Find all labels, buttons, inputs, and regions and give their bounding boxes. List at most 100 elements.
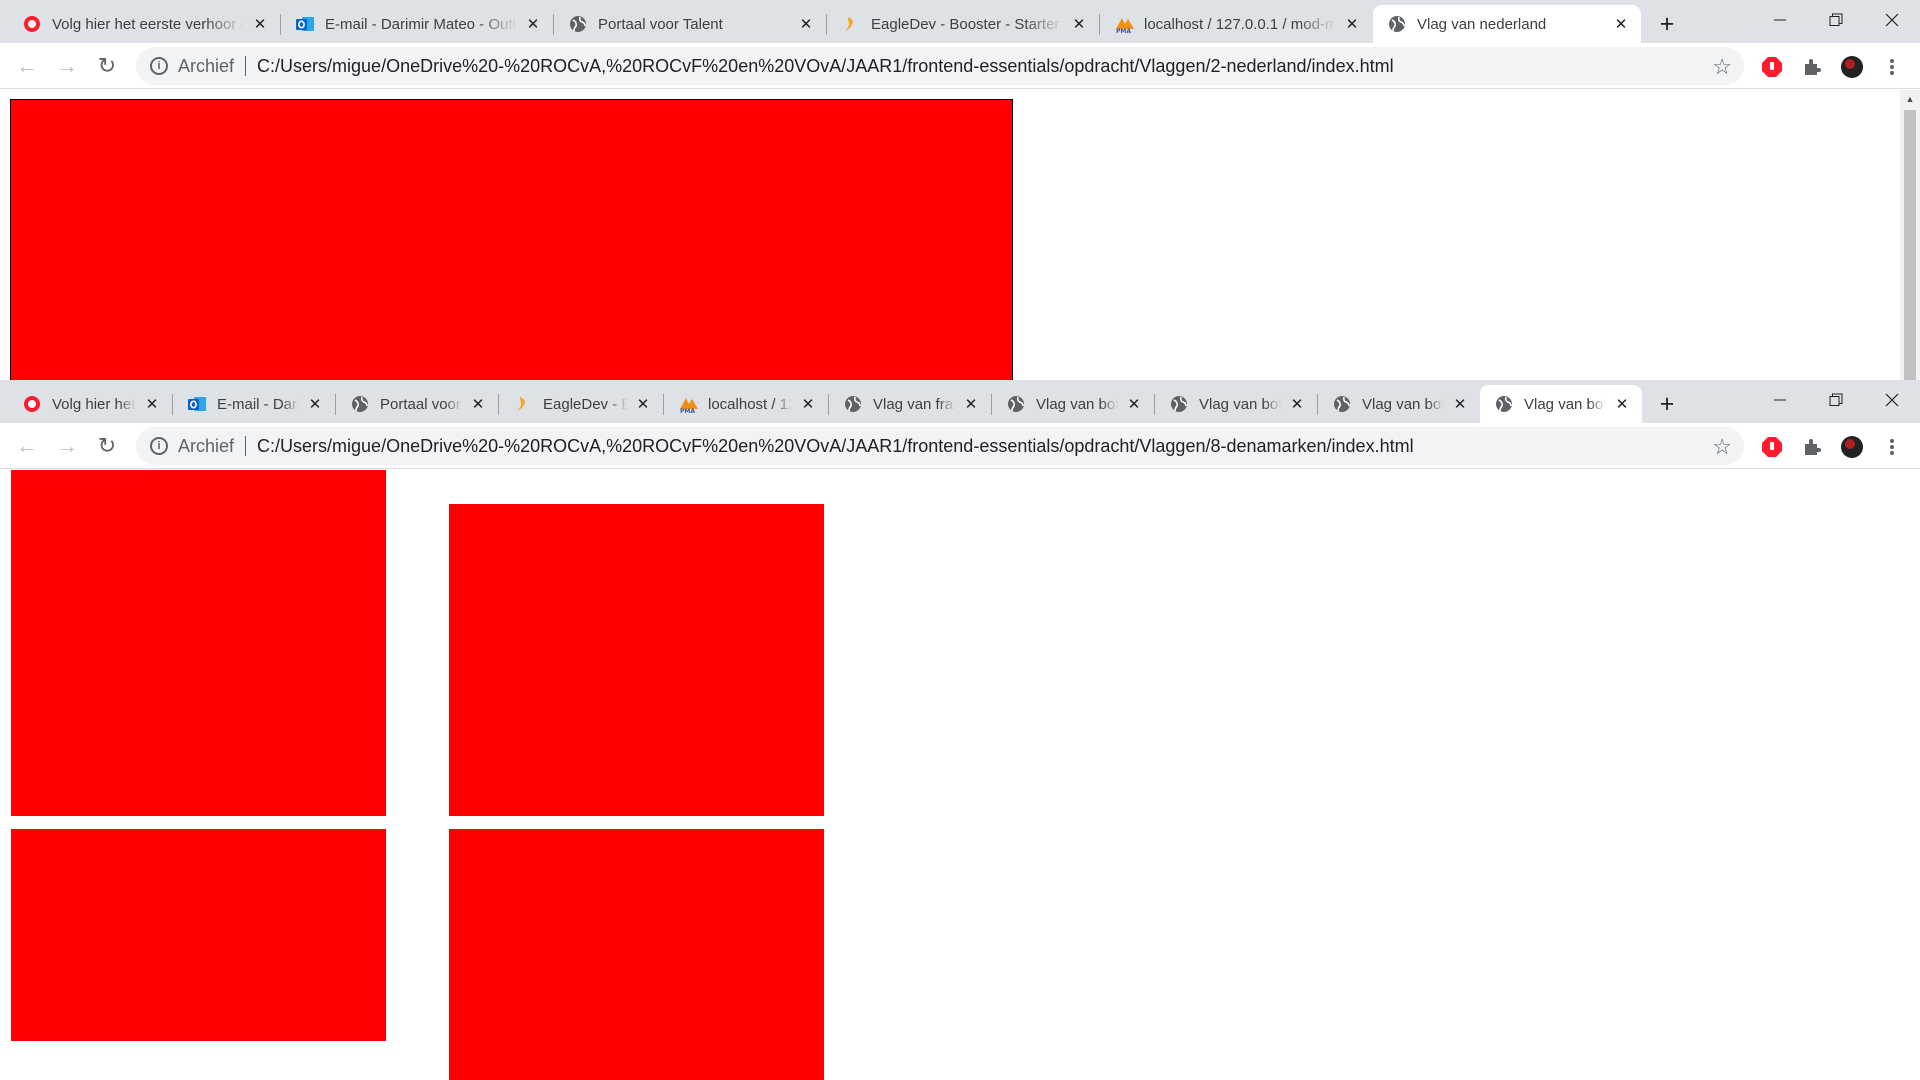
close-icon[interactable]: ✕ [1450, 394, 1470, 414]
close-icon[interactable]: ✕ [142, 394, 162, 414]
tab-title: Volg hier het eerste verhoor [52, 395, 136, 413]
minimize-button[interactable] [1752, 380, 1808, 420]
close-icon[interactable]: ✕ [523, 14, 543, 34]
tab-title: EagleDev - Booster [543, 395, 627, 413]
new-tab-button[interactable]: + [1653, 10, 1681, 38]
tab-vlag-frankrijk[interactable]: Vlag van frankrijk ✕ [829, 385, 992, 423]
phpmyadmin-icon: PMA [678, 394, 698, 414]
globe-icon [843, 394, 863, 414]
globe-icon [568, 14, 588, 34]
address-bar[interactable]: i Archief C:/Users/migue/OneDrive%20-%20… [136, 47, 1744, 85]
outlook-icon [187, 394, 207, 414]
eagledev-icon [513, 394, 533, 414]
tab-title: Portaal voor Talent [380, 395, 462, 413]
restore-button[interactable] [1808, 380, 1864, 420]
close-window-button[interactable] [1864, 380, 1920, 420]
tab-vlag-nederland[interactable]: Vlag van nederland ✕ [1373, 5, 1641, 43]
close-icon[interactable]: ✕ [305, 394, 325, 414]
page-content: ▲ [0, 90, 1920, 380]
tab-phpmyadmin[interactable]: PMA localhost / 127.0.0.1 ✕ [664, 385, 829, 423]
tab-verhoor[interactable]: Volg hier het eerste verhoor over ✕ [8, 5, 281, 43]
tab-eagledev[interactable]: EagleDev - Booster - Starter ✕ [827, 5, 1100, 43]
tab-outlook[interactable]: E-mail - Darimir Mateo ✕ [173, 385, 336, 423]
close-window-button[interactable] [1864, 0, 1920, 40]
url-text[interactable]: C:/Users/migue/OneDrive%20-%20ROCvA,%20R… [257, 436, 1414, 457]
svg-text:PMA: PMA [680, 408, 695, 414]
tab-title: Portaal voor Talent [598, 15, 723, 33]
flag-block-top-right [449, 504, 824, 816]
adblock-icon[interactable] [1760, 55, 1784, 79]
adblock-icon[interactable] [1760, 435, 1784, 459]
forward-button[interactable]: → [52, 51, 82, 81]
tab-phpmyadmin[interactable]: PMA localhost / 127.0.0.1 / mod-m ✕ [1100, 5, 1372, 43]
menu-icon[interactable] [1880, 435, 1904, 459]
tab-title: localhost / 127.0.0.1 / mod-m [1144, 15, 1336, 33]
close-icon[interactable]: ✕ [1069, 14, 1089, 34]
back-button[interactable]: ← [12, 51, 42, 81]
close-icon[interactable]: ✕ [468, 394, 488, 414]
extensions-icon[interactable] [1800, 55, 1824, 79]
tab-strip: Volg hier het eerste verhoor ✕ E-mail - … [0, 380, 1920, 423]
tab-vlag-botswana[interactable]: Vlag van botswana ✕ [992, 385, 1155, 423]
close-icon[interactable]: ✕ [1287, 394, 1307, 414]
tab-talent[interactable]: Portaal voor Talent ✕ [554, 5, 827, 43]
reload-button[interactable]: ↻ [92, 51, 122, 81]
close-icon[interactable]: ✕ [1342, 14, 1362, 34]
flag-block-bottom-right [449, 829, 824, 1080]
globe-icon [1332, 394, 1352, 414]
close-icon[interactable]: ✕ [1124, 394, 1144, 414]
close-icon[interactable]: ✕ [961, 394, 981, 414]
tab-vlag-botswana-active[interactable]: Vlag van botswana ✕ [1480, 385, 1642, 423]
scrollbar[interactable]: ▲ [1900, 90, 1920, 380]
url-text[interactable]: C:/Users/migue/OneDrive%20-%20ROCvA,%20R… [257, 56, 1394, 77]
tab-title: Vlag van botswana [1524, 395, 1606, 413]
tab-title: E-mail - Darimir Mateo - Outlook [325, 15, 517, 33]
close-icon[interactable]: ✕ [633, 394, 653, 414]
file-scheme-label: Archief [178, 435, 235, 456]
red-circle-icon [22, 394, 42, 414]
info-icon[interactable]: i [150, 437, 168, 455]
new-tab-button[interactable]: + [1653, 390, 1681, 418]
profile-avatar[interactable] [1840, 435, 1864, 459]
tab-title: Vlag van nederland [1417, 15, 1547, 33]
globe-icon [1494, 394, 1514, 414]
tab-talent[interactable]: Portaal voor Talent ✕ [336, 385, 499, 423]
globe-icon [1169, 394, 1189, 414]
file-scheme-label: Archief [178, 55, 235, 76]
phpmyadmin-icon: PMA [1114, 14, 1134, 34]
tab-title: Vlag van botswana [1036, 395, 1118, 413]
restore-button[interactable] [1808, 0, 1864, 40]
tab-eagledev[interactable]: EagleDev - Booster ✕ [499, 385, 664, 423]
profile-avatar[interactable] [1840, 55, 1864, 79]
forward-button[interactable]: → [52, 431, 82, 461]
tab-vlag-botswana[interactable]: Vlag van botswana ✕ [1318, 385, 1480, 423]
info-icon[interactable]: i [150, 57, 168, 75]
back-button[interactable]: ← [12, 431, 42, 461]
tab-title: localhost / 127.0.0.1 [708, 395, 792, 413]
tab-vlag-botswana[interactable]: Vlag van botswana ✕ [1155, 385, 1318, 423]
close-icon[interactable]: ✕ [1612, 394, 1632, 414]
svg-text:PMA: PMA [1116, 28, 1131, 34]
address-bar[interactable]: i Archief C:/Users/migue/OneDrive%20-%20… [136, 427, 1744, 465]
globe-icon [350, 394, 370, 414]
tab-strip: Volg hier het eerste verhoor over ✕ E-ma… [0, 0, 1920, 43]
eagledev-icon [841, 14, 861, 34]
scroll-up-arrow[interactable]: ▲ [1900, 90, 1920, 107]
scroll-thumb[interactable] [1904, 110, 1916, 380]
tab-verhoor[interactable]: Volg hier het eerste verhoor ✕ [8, 385, 173, 423]
browser-toolbar: ← → ↻ i Archief C:/Users/migue/OneDrive%… [0, 43, 1920, 89]
extensions-icon[interactable] [1800, 435, 1824, 459]
close-icon[interactable]: ✕ [250, 14, 270, 34]
bookmark-star-icon[interactable]: ☆ [1712, 54, 1732, 80]
minimize-button[interactable] [1752, 0, 1808, 40]
menu-icon[interactable] [1880, 55, 1904, 79]
tab-title: Vlag van botswana [1199, 395, 1281, 413]
close-icon[interactable]: ✕ [1611, 14, 1631, 34]
tab-title: Volg hier het eerste verhoor over [52, 15, 244, 33]
tab-outlook[interactable]: E-mail - Darimir Mateo - Outlook ✕ [281, 5, 554, 43]
close-icon[interactable]: ✕ [796, 14, 816, 34]
reload-button[interactable]: ↻ [92, 431, 122, 461]
bookmark-star-icon[interactable]: ☆ [1712, 434, 1732, 460]
browser-toolbar: ← → ↻ i Archief C:/Users/migue/OneDrive%… [0, 423, 1920, 469]
close-icon[interactable]: ✕ [798, 394, 818, 414]
